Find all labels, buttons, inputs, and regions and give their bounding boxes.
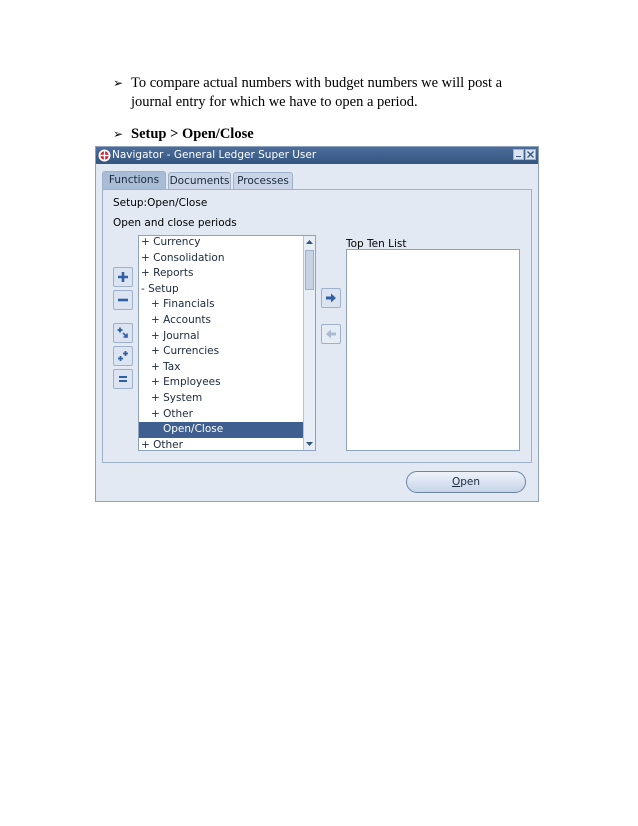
plus-icon [118, 272, 128, 282]
collapse-all-button[interactable] [113, 369, 133, 389]
close-icon [527, 151, 534, 158]
tree-item[interactable]: + Other [139, 438, 303, 450]
tree-item[interactable]: + Accounts [139, 313, 303, 329]
path-label: Setup:Open/Close [113, 197, 208, 209]
expand-branch-icon [117, 327, 128, 338]
bullet-1-line-1: To compare actual numbers with budget nu… [131, 75, 503, 91]
bullet-2-text: Setup > Open/Close [131, 126, 254, 142]
top-ten-list[interactable] [346, 249, 520, 451]
tree-item[interactable]: + Currencies [139, 344, 303, 360]
tree-item-selected[interactable]: Open/Close [139, 422, 303, 438]
add-to-top-ten-button[interactable] [321, 288, 341, 308]
close-button[interactable] [525, 149, 536, 160]
tree-item[interactable]: + System [139, 391, 303, 407]
expand-all-icon [118, 351, 128, 361]
expand-branch-button[interactable] [113, 323, 133, 343]
title-bar[interactable]: Navigator - General Ledger Super User [96, 147, 538, 164]
description-label: Open and close periods [113, 217, 237, 229]
tree-item[interactable]: + Employees [139, 375, 303, 391]
tree-item[interactable]: + Journal [139, 329, 303, 345]
tree-scrollbar[interactable] [303, 236, 315, 450]
remove-from-top-ten-button[interactable] [321, 324, 341, 344]
bullet-1-line-2: journal entry for which we have to open … [131, 94, 418, 110]
tree-item[interactable]: - Setup [139, 282, 303, 298]
scroll-thumb[interactable] [305, 250, 314, 290]
tab-functions[interactable]: Functions [102, 171, 166, 189]
open-button[interactable]: Open [406, 471, 526, 493]
tree-item[interactable]: + Financials [139, 297, 303, 313]
tree-item[interactable]: + Reports [139, 266, 303, 282]
oracle-app-icon [98, 149, 111, 162]
arrow-right-icon [326, 293, 336, 303]
arrow-left-icon [326, 329, 336, 339]
tree-item[interactable]: + Other [139, 407, 303, 423]
window-title: Navigator - General Ledger Super User [112, 149, 317, 161]
bullet-arrow-icon: ➢ [113, 76, 124, 90]
expand-all-button[interactable] [113, 346, 133, 366]
navigator-window: Navigator - General Ledger Super User Fu… [95, 146, 539, 502]
tree-item[interactable]: + Currency [139, 236, 303, 251]
collapse-button[interactable] [113, 290, 133, 310]
tree-item[interactable]: + Consolidation [139, 251, 303, 267]
tab-documents[interactable]: Documents [168, 172, 231, 189]
minus-icon [118, 298, 128, 302]
function-tree[interactable]: + Other Open/Close + Other + System + Employ… [138, 235, 316, 451]
scroll-down-icon[interactable] [304, 438, 315, 449]
minimize-button[interactable] [513, 149, 524, 160]
tree-item[interactable]: + Tax [139, 360, 303, 376]
open-button-label: pen [460, 476, 481, 488]
tab-processes[interactable]: Processes [233, 172, 293, 189]
expand-button[interactable] [113, 267, 133, 287]
bullet-arrow-icon: ➢ [113, 127, 124, 141]
collapse-all-icon [119, 376, 127, 382]
scroll-up-icon[interactable] [304, 237, 315, 248]
open-button-mnemonic: O [451, 476, 461, 488]
